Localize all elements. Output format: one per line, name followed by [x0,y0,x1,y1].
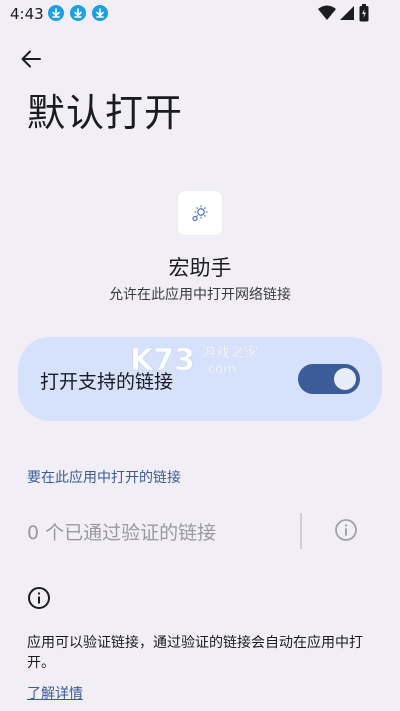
info-icon [335,519,357,541]
gear-icon [192,205,208,222]
download-icon [48,5,64,21]
vertical-divider [300,513,302,549]
app-icon [178,191,222,235]
verified-links-text: 0 个已通过验证的链接 [27,522,217,544]
app-description: 允许在此应用中打开网络链接 [109,287,291,303]
arrow-left-icon [21,50,41,68]
watermark-domain: .com [204,362,236,377]
watermark-brand: K73 [130,343,195,378]
info-description: 应用可以验证链接，通过验证的链接会自动在应用中打开。 [27,635,363,671]
switch-knob [334,368,356,390]
verified-links-info-button[interactable] [334,518,358,542]
open-supported-links-switch[interactable] [298,364,360,394]
verified-links-row[interactable]: 0 个已通过验证的链接 [0,505,400,555]
page-title: 默认打开 [27,91,184,135]
signal-icon [339,5,355,25]
app-name: 宏助手 [168,256,232,280]
info-icon [27,586,51,610]
back-button[interactable] [14,42,48,76]
status-bar: 4:43 [0,0,400,28]
watermark-logo: K73 游戏之家 .com [130,340,270,379]
wifi-icon [318,5,336,25]
battery-icon [359,4,369,26]
learn-more-link[interactable]: 了解详情 [27,683,83,703]
links-section-header: 要在此应用中打开的链接 [27,470,181,486]
download-icon [92,5,108,21]
download-icon [70,5,86,21]
status-time: 4:43 [10,5,44,23]
watermark-subtitle: 游戏之家 [202,344,258,361]
